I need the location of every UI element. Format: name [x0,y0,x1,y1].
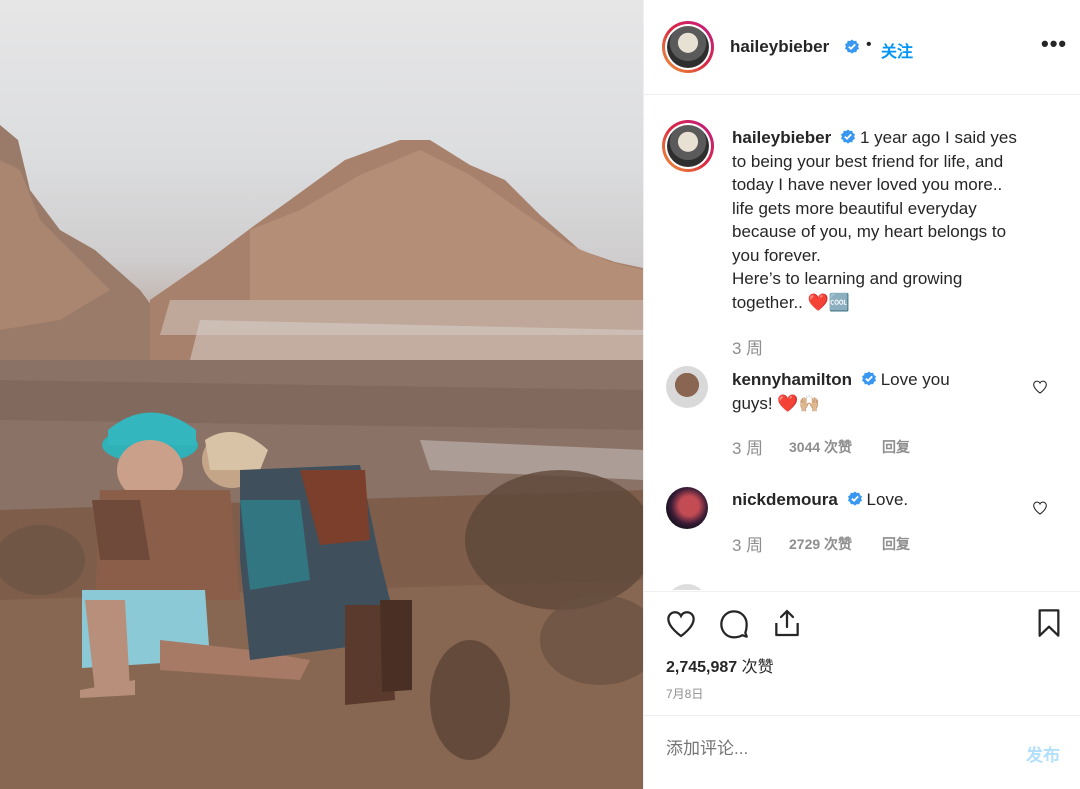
caption-line: 1 year ago I said yes [859,128,1017,147]
caption-username[interactable]: haileybieber [732,128,831,147]
comment-reply-button[interactable]: 回复 [882,534,910,554]
post-photo-illustration [0,125,643,789]
verified-badge-icon [847,491,862,506]
comments-section[interactable]: haileybieber 1 year ago I said yes to be… [644,96,1080,590]
commenter-avatar[interactable] [666,487,708,529]
comment-timestamp[interactable]: 3 周 [732,531,763,556]
bookmark-icon[interactable] [1033,607,1065,639]
post-caption: haileybieber 1 year ago I said yes to be… [732,126,1052,314]
verified-badge-icon [845,39,859,54]
caption-line: today I have never loved you more.. [732,175,1003,194]
more-options-icon[interactable]: ••• [1041,31,1067,57]
caption-line: you forever. [732,245,821,265]
caption-line: Here’s to learning and growing [732,269,963,288]
caption-timestamp[interactable]: 3 周 [732,334,763,359]
verified-badge-icon [861,371,876,386]
comment-username[interactable]: kennyhamilton [732,370,852,389]
post-photo[interactable] [0,0,643,789]
likes-label: 次赞 [741,659,774,676]
add-comment-bar: 发布 [644,715,1080,789]
caption-line: together.. ❤️🆒 [732,292,850,312]
commenter-avatar[interactable] [666,584,708,590]
share-icon[interactable] [771,607,803,639]
likes-count: 2,745,987 [666,659,738,676]
commenter-avatar[interactable] [666,366,708,408]
verified-badge-icon [840,129,855,144]
post-date[interactable]: 7月8日 [666,685,703,702]
caption-author-avatar[interactable] [662,120,714,172]
comment-likes-count[interactable]: 2729 次赞 [789,534,852,554]
comment-like-heart-icon[interactable] [1032,500,1048,516]
caption-line: life gets more beautiful everyday [732,198,977,218]
author-username[interactable]: haileybieber [730,37,829,57]
comment-body: kennyhamilton Love you guys! ❤️🙌🏼 [732,368,1022,416]
post-header: haileybieber • 关注 ••• [644,0,1080,95]
comment-like-heart-icon[interactable] [1032,379,1048,395]
comment-reply-button[interactable]: 回复 [882,437,910,457]
post-actions: 2,745,987 次赞 7月8日 [644,591,1080,715]
comment-timestamp[interactable]: 3 周 [732,434,763,459]
comment-text: guys! ❤️🙌🏼 [732,394,820,413]
comment-likes-count[interactable]: 3044 次赞 [789,437,852,457]
add-comment-input[interactable] [666,739,1006,759]
caption-line: because of you, my heart belongs to [732,222,1007,241]
caption-line: to being your best friend for life, and [732,151,1004,171]
header-separator: • [866,36,872,53]
comment-body: nickdemoura Love. [732,488,1022,512]
post-comment-button[interactable]: 发布 [1026,741,1060,766]
comment-bubble-icon[interactable] [718,608,750,640]
post-detail-panel: haileybieber • 关注 ••• haileybieber 1 yea… [643,0,1080,789]
comment-username[interactable]: nickdemoura [732,490,838,509]
author-avatar[interactable] [662,21,714,73]
comment-text: Love. [866,490,909,509]
comment-text: Love you [880,370,950,389]
likes-summary[interactable]: 2,745,987 次赞 [666,653,774,677]
follow-button[interactable]: 关注 [881,38,913,62]
heart-icon[interactable] [665,608,697,640]
